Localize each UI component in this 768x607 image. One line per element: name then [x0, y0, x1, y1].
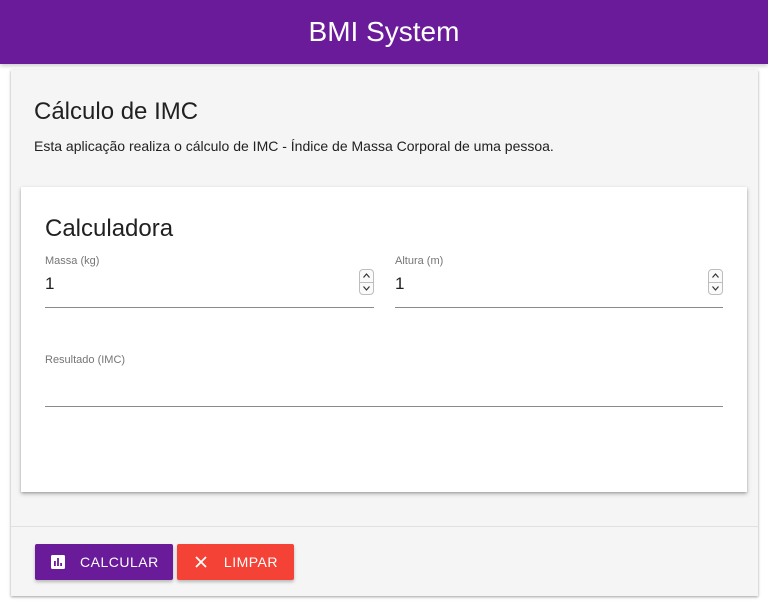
- altura-decrement-icon[interactable]: [709, 281, 722, 295]
- altura-input[interactable]: 1: [395, 274, 404, 294]
- altura-label: Altura (m): [395, 255, 444, 267]
- resultado-field[interactable]: Resultado (IMC): [45, 354, 723, 407]
- page-title: Cálculo de IMC: [34, 98, 199, 125]
- massa-label: Massa (kg): [45, 255, 100, 267]
- close-icon: [193, 553, 209, 571]
- page-description: Esta aplicação realiza o cálculo de IMC …: [34, 138, 554, 154]
- calculator-title: Calculadora: [45, 215, 174, 242]
- bar-chart-icon: [51, 553, 65, 571]
- calcular-button[interactable]: CALCULAR: [35, 544, 173, 580]
- limpar-button[interactable]: LIMPAR: [177, 544, 294, 580]
- altura-field[interactable]: Altura (m) 1: [395, 255, 723, 308]
- resultado-underline: [45, 406, 723, 407]
- massa-field[interactable]: Massa (kg) 1: [45, 255, 374, 308]
- calcular-label: CALCULAR: [80, 554, 159, 570]
- app-header: BMI System: [0, 0, 768, 64]
- imc-card: Cálculo de IMC Esta aplicação realiza o …: [11, 70, 758, 596]
- altura-spinner[interactable]: [708, 269, 723, 295]
- actions-divider: [11, 526, 758, 527]
- app-title: BMI System: [308, 16, 460, 47]
- altura-underline: [395, 307, 723, 308]
- calculator-card: Calculadora Massa (kg) 1 Altura (m) 1 Re…: [21, 187, 747, 492]
- massa-decrement-icon[interactable]: [360, 281, 373, 295]
- massa-input[interactable]: 1: [45, 274, 54, 294]
- massa-increment-icon[interactable]: [360, 270, 373, 282]
- altura-increment-icon[interactable]: [709, 270, 722, 282]
- resultado-label: Resultado (IMC): [45, 354, 126, 366]
- massa-underline: [45, 307, 374, 308]
- massa-spinner[interactable]: [359, 269, 374, 295]
- limpar-label: LIMPAR: [223, 554, 278, 570]
